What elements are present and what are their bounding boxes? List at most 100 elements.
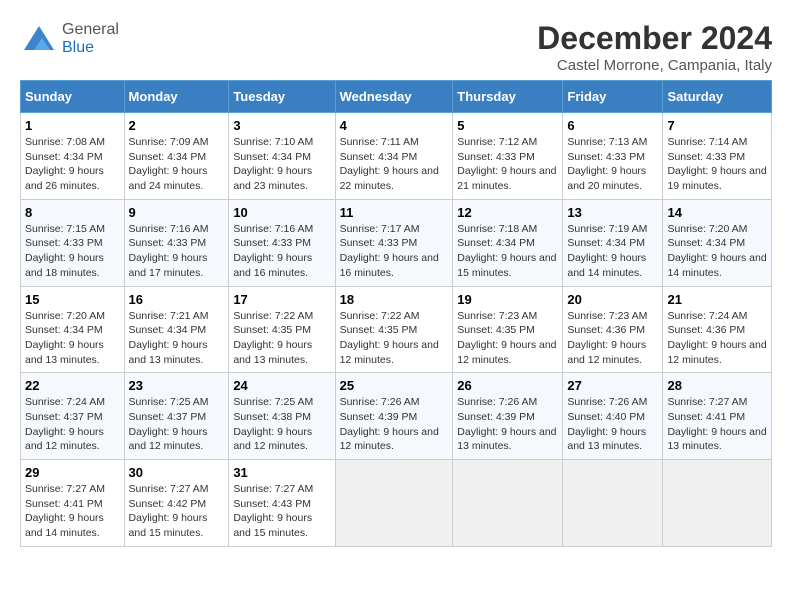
day-info: Sunrise: 7:27 AM Sunset: 4:43 PM Dayligh… <box>233 482 330 541</box>
day-number: 2 <box>129 118 225 133</box>
daylight-text: Daylight: 9 hours and 13 minutes. <box>233 338 330 367</box>
sunset-text: Sunset: 4:34 PM <box>129 323 225 338</box>
calendar-week-1: 1 Sunrise: 7:08 AM Sunset: 4:34 PM Dayli… <box>21 113 772 200</box>
sunset-text: Sunset: 4:38 PM <box>233 410 330 425</box>
calendar-cell: 24 Sunrise: 7:25 AM Sunset: 4:38 PM Dayl… <box>229 373 335 460</box>
weekday-header-friday: Friday <box>563 81 663 113</box>
calendar-cell: 19 Sunrise: 7:23 AM Sunset: 4:35 PM Dayl… <box>453 286 563 373</box>
day-info: Sunrise: 7:24 AM Sunset: 4:36 PM Dayligh… <box>667 309 767 368</box>
day-info: Sunrise: 7:20 AM Sunset: 4:34 PM Dayligh… <box>25 309 120 368</box>
daylight-text: Daylight: 9 hours and 16 minutes. <box>233 251 330 280</box>
day-number: 13 <box>567 205 658 220</box>
calendar-cell: 15 Sunrise: 7:20 AM Sunset: 4:34 PM Dayl… <box>21 286 125 373</box>
day-info: Sunrise: 7:08 AM Sunset: 4:34 PM Dayligh… <box>25 135 120 194</box>
day-number: 27 <box>567 378 658 393</box>
sunset-text: Sunset: 4:35 PM <box>233 323 330 338</box>
day-info: Sunrise: 7:12 AM Sunset: 4:33 PM Dayligh… <box>457 135 558 194</box>
calendar-week-5: 29 Sunrise: 7:27 AM Sunset: 4:41 PM Dayl… <box>21 460 772 547</box>
calendar-cell: 22 Sunrise: 7:24 AM Sunset: 4:37 PM Dayl… <box>21 373 125 460</box>
calendar-cell: 2 Sunrise: 7:09 AM Sunset: 4:34 PM Dayli… <box>124 113 229 200</box>
calendar-cell: 14 Sunrise: 7:20 AM Sunset: 4:34 PM Dayl… <box>663 199 772 286</box>
sunrise-text: Sunrise: 7:10 AM <box>233 135 330 150</box>
day-info: Sunrise: 7:13 AM Sunset: 4:33 PM Dayligh… <box>567 135 658 194</box>
calendar-cell: 30 Sunrise: 7:27 AM Sunset: 4:42 PM Dayl… <box>124 460 229 547</box>
calendar-cell: 25 Sunrise: 7:26 AM Sunset: 4:39 PM Dayl… <box>335 373 453 460</box>
sunrise-text: Sunrise: 7:19 AM <box>567 222 658 237</box>
day-info: Sunrise: 7:15 AM Sunset: 4:33 PM Dayligh… <box>25 222 120 281</box>
day-info: Sunrise: 7:18 AM Sunset: 4:34 PM Dayligh… <box>457 222 558 281</box>
day-number: 5 <box>457 118 558 133</box>
calendar-cell: 13 Sunrise: 7:19 AM Sunset: 4:34 PM Dayl… <box>563 199 663 286</box>
sunrise-text: Sunrise: 7:27 AM <box>233 482 330 497</box>
daylight-text: Daylight: 9 hours and 23 minutes. <box>233 164 330 193</box>
calendar-cell: 7 Sunrise: 7:14 AM Sunset: 4:33 PM Dayli… <box>663 113 772 200</box>
sunset-text: Sunset: 4:39 PM <box>340 410 449 425</box>
day-info: Sunrise: 7:22 AM Sunset: 4:35 PM Dayligh… <box>233 309 330 368</box>
calendar-cell <box>335 460 453 547</box>
weekday-header-sunday: Sunday <box>21 81 125 113</box>
daylight-text: Daylight: 9 hours and 21 minutes. <box>457 164 558 193</box>
sunrise-text: Sunrise: 7:27 AM <box>129 482 225 497</box>
logo-blue-text: Blue <box>62 39 119 57</box>
sunrise-text: Sunrise: 7:25 AM <box>233 395 330 410</box>
daylight-text: Daylight: 9 hours and 13 minutes. <box>667 425 767 454</box>
sunset-text: Sunset: 4:42 PM <box>129 497 225 512</box>
day-info: Sunrise: 7:11 AM Sunset: 4:34 PM Dayligh… <box>340 135 449 194</box>
daylight-text: Daylight: 9 hours and 14 minutes. <box>667 251 767 280</box>
calendar-cell: 29 Sunrise: 7:27 AM Sunset: 4:41 PM Dayl… <box>21 460 125 547</box>
day-info: Sunrise: 7:21 AM Sunset: 4:34 PM Dayligh… <box>129 309 225 368</box>
daylight-text: Daylight: 9 hours and 24 minutes. <box>129 164 225 193</box>
calendar-cell: 26 Sunrise: 7:26 AM Sunset: 4:39 PM Dayl… <box>453 373 563 460</box>
day-number: 15 <box>25 292 120 307</box>
sunrise-text: Sunrise: 7:21 AM <box>129 309 225 324</box>
calendar-cell: 10 Sunrise: 7:16 AM Sunset: 4:33 PM Dayl… <box>229 199 335 286</box>
day-number: 23 <box>129 378 225 393</box>
sunrise-text: Sunrise: 7:26 AM <box>340 395 449 410</box>
day-info: Sunrise: 7:23 AM Sunset: 4:35 PM Dayligh… <box>457 309 558 368</box>
day-info: Sunrise: 7:25 AM Sunset: 4:38 PM Dayligh… <box>233 395 330 454</box>
calendar-cell: 27 Sunrise: 7:26 AM Sunset: 4:40 PM Dayl… <box>563 373 663 460</box>
daylight-text: Daylight: 9 hours and 13 minutes. <box>457 425 558 454</box>
day-number: 11 <box>340 205 449 220</box>
sunset-text: Sunset: 4:34 PM <box>233 150 330 165</box>
daylight-text: Daylight: 9 hours and 13 minutes. <box>567 425 658 454</box>
day-info: Sunrise: 7:25 AM Sunset: 4:37 PM Dayligh… <box>129 395 225 454</box>
sunset-text: Sunset: 4:34 PM <box>567 236 658 251</box>
sunrise-text: Sunrise: 7:12 AM <box>457 135 558 150</box>
day-number: 7 <box>667 118 767 133</box>
weekday-header-monday: Monday <box>124 81 229 113</box>
daylight-text: Daylight: 9 hours and 17 minutes. <box>129 251 225 280</box>
sunrise-text: Sunrise: 7:22 AM <box>340 309 449 324</box>
logo-icon <box>20 20 58 58</box>
sunset-text: Sunset: 4:34 PM <box>25 150 120 165</box>
day-number: 14 <box>667 205 767 220</box>
calendar-week-2: 8 Sunrise: 7:15 AM Sunset: 4:33 PM Dayli… <box>21 199 772 286</box>
day-info: Sunrise: 7:17 AM Sunset: 4:33 PM Dayligh… <box>340 222 449 281</box>
daylight-text: Daylight: 9 hours and 15 minutes. <box>129 511 225 540</box>
sunset-text: Sunset: 4:41 PM <box>25 497 120 512</box>
calendar-cell: 8 Sunrise: 7:15 AM Sunset: 4:33 PM Dayli… <box>21 199 125 286</box>
calendar-cell: 17 Sunrise: 7:22 AM Sunset: 4:35 PM Dayl… <box>229 286 335 373</box>
calendar-cell: 31 Sunrise: 7:27 AM Sunset: 4:43 PM Dayl… <box>229 460 335 547</box>
calendar-cell: 23 Sunrise: 7:25 AM Sunset: 4:37 PM Dayl… <box>124 373 229 460</box>
calendar-cell <box>663 460 772 547</box>
sunset-text: Sunset: 4:34 PM <box>667 236 767 251</box>
sunrise-text: Sunrise: 7:22 AM <box>233 309 330 324</box>
sunrise-text: Sunrise: 7:26 AM <box>457 395 558 410</box>
calendar-cell: 11 Sunrise: 7:17 AM Sunset: 4:33 PM Dayl… <box>335 199 453 286</box>
title-block: December 2024 Castel Morrone, Campania, … <box>537 20 772 74</box>
sunset-text: Sunset: 4:37 PM <box>25 410 120 425</box>
calendar-week-4: 22 Sunrise: 7:24 AM Sunset: 4:37 PM Dayl… <box>21 373 772 460</box>
calendar-cell: 12 Sunrise: 7:18 AM Sunset: 4:34 PM Dayl… <box>453 199 563 286</box>
daylight-text: Daylight: 9 hours and 20 minutes. <box>567 164 658 193</box>
sunrise-text: Sunrise: 7:27 AM <box>25 482 120 497</box>
calendar-cell: 1 Sunrise: 7:08 AM Sunset: 4:34 PM Dayli… <box>21 113 125 200</box>
calendar-cell: 18 Sunrise: 7:22 AM Sunset: 4:35 PM Dayl… <box>335 286 453 373</box>
sunset-text: Sunset: 4:34 PM <box>457 236 558 251</box>
calendar-table: SundayMondayTuesdayWednesdayThursdayFrid… <box>20 80 772 547</box>
daylight-text: Daylight: 9 hours and 12 minutes. <box>340 338 449 367</box>
day-info: Sunrise: 7:23 AM Sunset: 4:36 PM Dayligh… <box>567 309 658 368</box>
daylight-text: Daylight: 9 hours and 12 minutes. <box>567 338 658 367</box>
sunset-text: Sunset: 4:33 PM <box>667 150 767 165</box>
sunset-text: Sunset: 4:43 PM <box>233 497 330 512</box>
